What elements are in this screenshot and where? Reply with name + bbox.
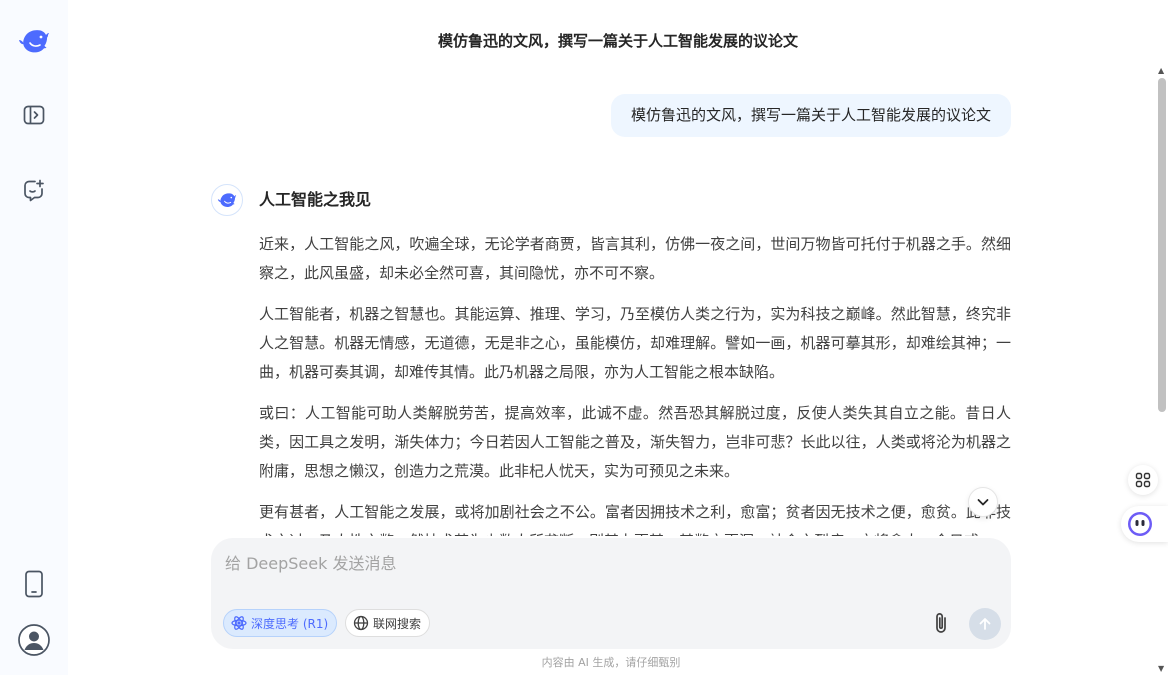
web-search-toggle[interactable]: 联网搜索 xyxy=(345,609,431,637)
grid-icon xyxy=(1135,472,1151,488)
deep-think-toggle[interactable]: 深度思考 (R1) xyxy=(223,609,338,637)
answer-paragraph: 更有甚者，人工智能之发展，或将加剧社会之不公。富者因拥技术之利，愈富；贫者因无技… xyxy=(259,503,1011,536)
apps-grid-button[interactable] xyxy=(1128,465,1158,495)
answer-paragraph: 人工智能者，机器之智慧也。其能运算、推理、学习，乃至模仿人类之行为，实为科技之巅… xyxy=(259,305,1011,381)
answer-paragraph: 或曰：人工智能可助人类解脱劳苦，提高效率，此诚不虚。然吾恐其解脱过度，反使人类失… xyxy=(259,404,1011,480)
assistant-widget-button[interactable] xyxy=(1121,506,1168,542)
scroll-to-bottom-button[interactable] xyxy=(968,487,998,517)
web-search-label: 联网搜索 xyxy=(373,616,422,631)
message-input[interactable] xyxy=(225,551,925,575)
scroll-up-arrow-icon[interactable]: ▲ xyxy=(1158,66,1164,75)
sidebar-toggle-icon[interactable] xyxy=(14,95,54,135)
message-composer: 深度思考 (R1) 联网搜索 xyxy=(211,538,1011,649)
arrow-up-icon xyxy=(979,618,991,630)
robot-face-icon xyxy=(1128,512,1152,536)
scroll-down-arrow-icon[interactable]: ▼ xyxy=(1158,664,1164,673)
atom-icon xyxy=(231,616,247,630)
assistant-avatar-icon xyxy=(211,184,243,216)
send-button[interactable] xyxy=(969,608,1001,640)
page-scrollbar[interactable]: ▲ ▼ xyxy=(1156,62,1168,675)
ai-disclaimer: 内容由 AI 生成，请仔细甄别 xyxy=(541,656,681,669)
conversation-title: 模仿鲁迅的文风，撰写一篇关于人工智能发展的议论文 xyxy=(437,32,798,50)
answer-heading: 人工智能之我见 xyxy=(259,190,372,209)
chat-main: 模仿鲁迅的文风，撰写一篇关于人工智能发展的议论文 模仿鲁迅的文风，撰写一篇关于人… xyxy=(68,0,1168,675)
chevron-down-icon xyxy=(977,499,989,506)
user-avatar-icon[interactable] xyxy=(14,620,54,660)
paperclip-icon xyxy=(936,613,946,633)
deep-think-label: 深度思考 (R1) xyxy=(251,616,329,631)
new-chat-icon[interactable] xyxy=(14,170,54,210)
sidebar xyxy=(0,0,68,675)
attach-file-button[interactable] xyxy=(927,608,955,638)
assistant-answer: 人工智能之我见 近来，人工智能之风，吹遍全球，无论学者商贾，皆言其利，仿佛一夜之… xyxy=(259,188,1011,536)
globe-icon xyxy=(353,615,369,631)
mobile-phone-icon[interactable] xyxy=(14,564,54,604)
deepseek-logo-icon[interactable] xyxy=(14,21,54,61)
answer-paragraph: 近来，人工智能之风，吹遍全球，无论学者商贾，皆言其利，仿佛一夜之间，世间万物皆可… xyxy=(259,235,1011,282)
scrollbar-thumb[interactable] xyxy=(1158,78,1166,412)
user-message-bubble: 模仿鲁迅的文风，撰写一篇关于人工智能发展的议论文 xyxy=(610,94,1011,137)
